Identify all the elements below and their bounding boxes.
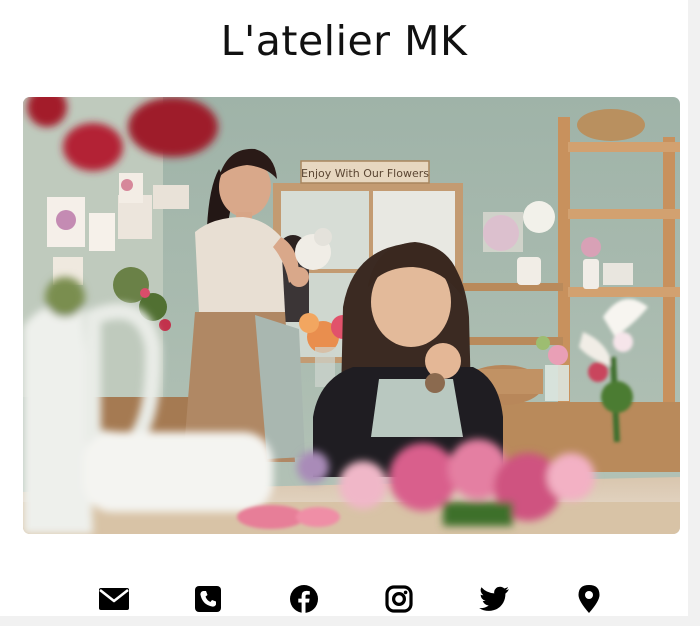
twitter-icon-glyph [479, 586, 509, 611]
hero-image: Enjoy With Our Flowers [23, 97, 680, 534]
social-links-bar [0, 582, 688, 616]
facebook-icon-glyph [290, 585, 318, 613]
hero-photo-illustration: Enjoy With Our Flowers [23, 97, 680, 534]
map-pin-icon-glyph [578, 585, 600, 613]
envelope-icon[interactable] [97, 582, 131, 616]
instagram-icon-glyph [385, 585, 413, 613]
phone-icon-glyph [195, 586, 221, 612]
twitter-icon[interactable] [477, 582, 511, 616]
instagram-icon[interactable] [382, 582, 416, 616]
page: L'atelier MK Enjoy With Our Flowers [0, 0, 700, 626]
site-title: L'atelier MK [220, 17, 468, 65]
hero-sign-text: Enjoy With Our Flowers [301, 167, 429, 180]
envelope-icon-glyph [99, 588, 129, 610]
phone-icon[interactable] [191, 582, 225, 616]
facebook-icon[interactable] [287, 582, 321, 616]
map-pin-icon[interactable] [572, 582, 606, 616]
